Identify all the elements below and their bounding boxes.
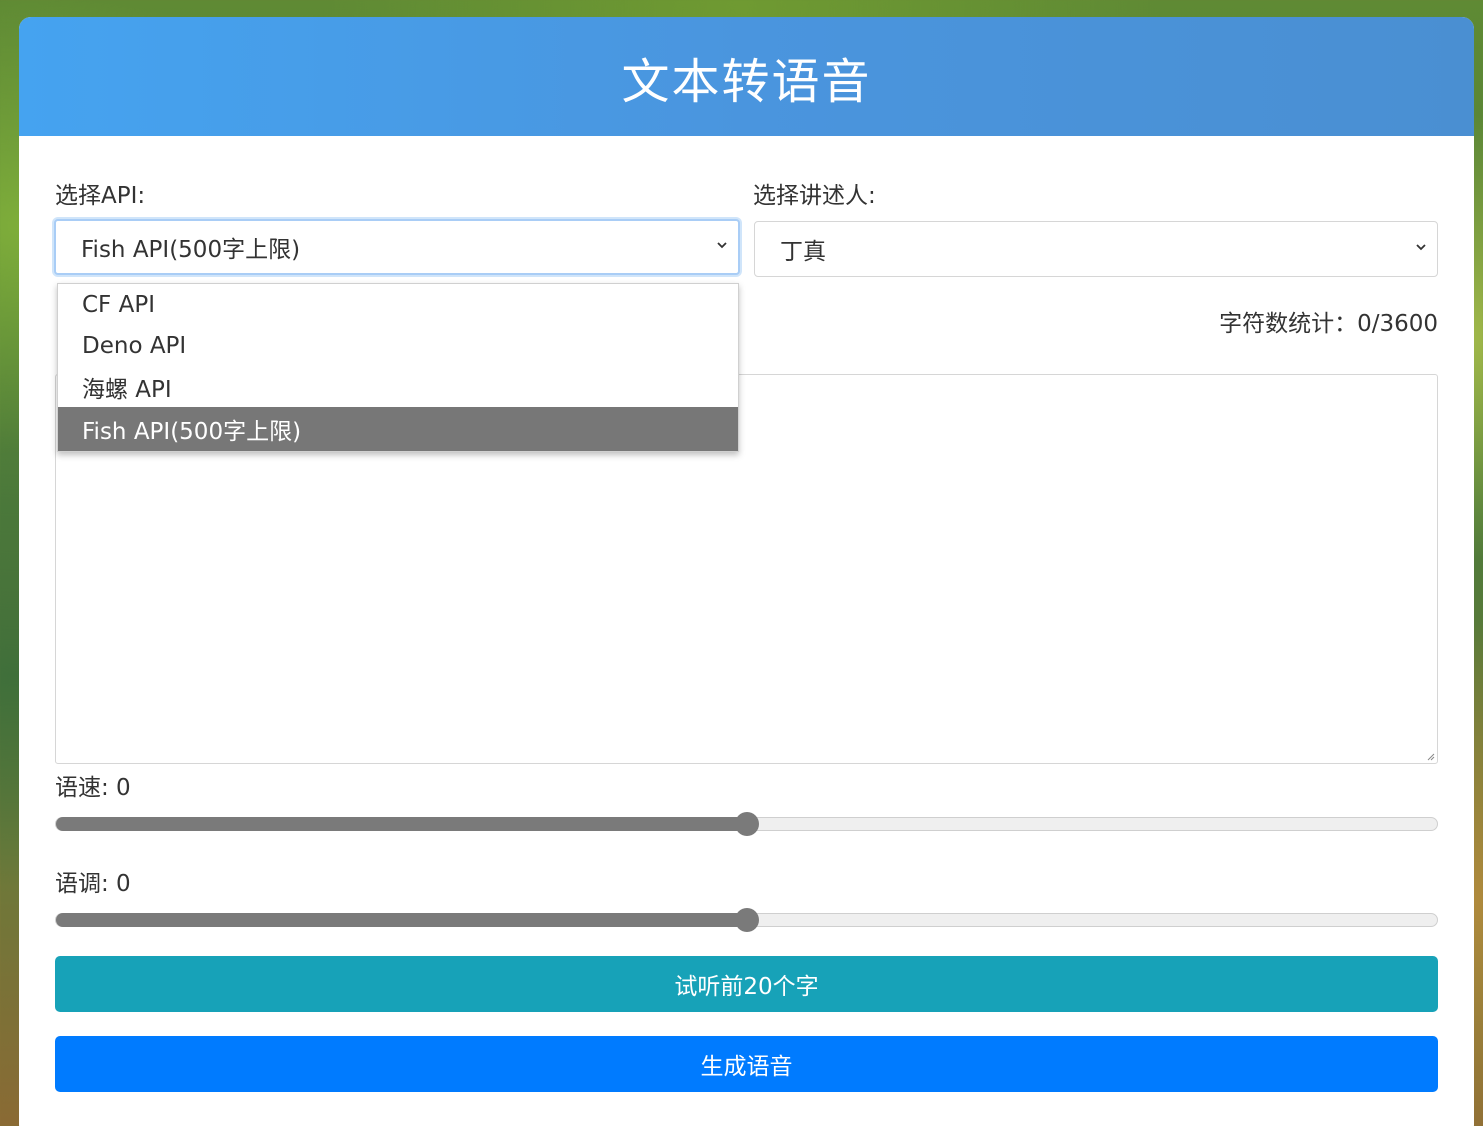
chevron-down-icon [1415, 241, 1427, 253]
header-bar: 文本转语音 [19, 17, 1474, 136]
resize-handle-icon[interactable] [1425, 751, 1435, 761]
pitch-slider[interactable] [55, 908, 1438, 932]
pitch-slider-fill [56, 913, 747, 927]
speed-label: 语速: 0 [55, 775, 131, 801]
pitch-label: 语调: 0 [55, 871, 131, 897]
chevron-down-icon [716, 239, 728, 251]
tts-card: 文本转语音 选择API: Fish API(500字上限) 选择讲述人: 丁真 … [19, 17, 1474, 1126]
speed-slider-fill [56, 817, 747, 831]
speed-slider-thumb[interactable] [734, 812, 759, 836]
api-label: 选择API: [55, 183, 146, 209]
api-option[interactable]: 海螺 API [58, 366, 738, 407]
speed-slider[interactable] [55, 812, 1438, 836]
pitch-slider-thumb[interactable] [734, 908, 759, 932]
narrator-select[interactable]: 丁真 [754, 221, 1438, 277]
page-title: 文本转语音 [621, 53, 872, 110]
char-counter: 字符数统计：0/3600 [1219, 311, 1438, 337]
api-option[interactable]: CF API [58, 284, 738, 325]
narrator-select-value: 丁真 [780, 239, 826, 265]
api-select-value: Fish API(500字上限) [81, 237, 301, 263]
api-option-selected[interactable]: Fish API(500字上限) [58, 407, 738, 451]
api-option[interactable]: Deno API [58, 325, 738, 366]
preview-button[interactable]: 试听前20个字 [55, 956, 1438, 1012]
generate-button[interactable]: 生成语音 [55, 1036, 1438, 1092]
api-select[interactable]: Fish API(500字上限) [54, 219, 740, 275]
api-dropdown-list: CF API Deno API 海螺 API Fish API(500字上限) [57, 283, 739, 452]
narrator-label: 选择讲述人: [753, 183, 876, 209]
